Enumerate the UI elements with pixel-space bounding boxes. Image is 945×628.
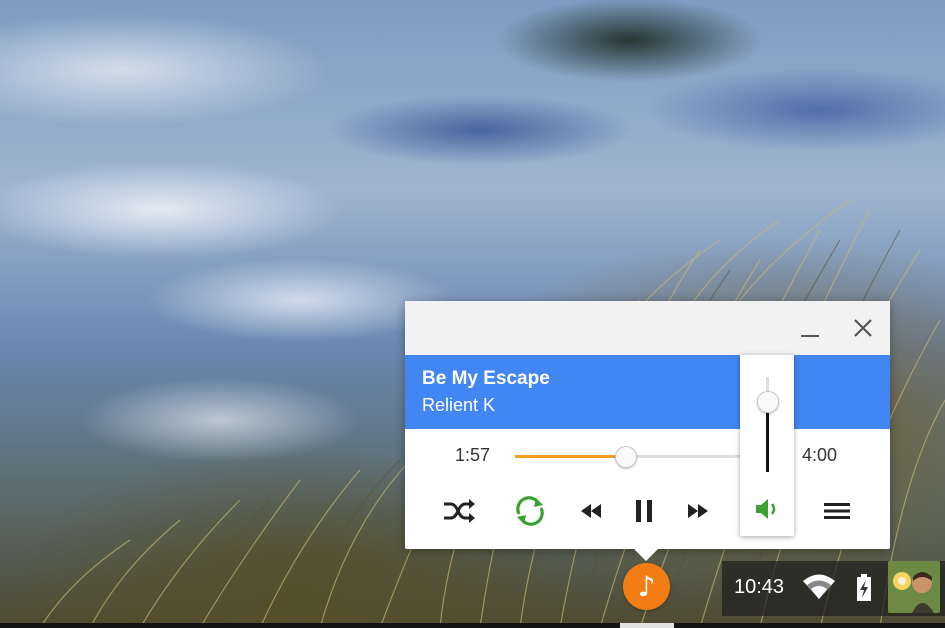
seek-bar-handle[interactable] bbox=[615, 446, 638, 468]
close-button[interactable] bbox=[850, 315, 876, 341]
pause-button[interactable] bbox=[626, 494, 662, 528]
wifi-icon bbox=[803, 574, 835, 599]
shuffle-button[interactable] bbox=[441, 494, 477, 528]
audio-player-window: Be My Escape Relient K 1:57 4:00 bbox=[405, 301, 890, 549]
track-info-banner: Be My Escape Relient K bbox=[405, 355, 890, 429]
previous-icon bbox=[581, 504, 601, 518]
clock: 10:43 bbox=[734, 576, 785, 598]
track-artist: Relient K bbox=[422, 395, 496, 415]
user-avatar[interactable] bbox=[888, 561, 940, 613]
next-icon bbox=[688, 504, 708, 518]
pause-icon bbox=[636, 500, 652, 522]
close-icon bbox=[854, 319, 872, 337]
player-titlebar bbox=[405, 301, 890, 355]
music-app-launcher[interactable]: ♪ bbox=[623, 563, 670, 610]
shelf bbox=[0, 623, 945, 628]
volume-icon bbox=[756, 499, 776, 519]
repeat-button[interactable] bbox=[512, 494, 548, 528]
shuffle-icon bbox=[444, 499, 475, 523]
volume-slider-handle[interactable] bbox=[757, 390, 779, 413]
avatar-image bbox=[888, 561, 940, 613]
previous-track-button[interactable] bbox=[574, 494, 610, 528]
app-running-indicator bbox=[620, 623, 674, 628]
system-tray[interactable]: 10:43 bbox=[722, 561, 945, 616]
playlist-icon bbox=[824, 503, 850, 519]
next-track-button[interactable] bbox=[679, 494, 715, 528]
popup-pointer bbox=[634, 549, 658, 561]
battery-charging-icon bbox=[857, 574, 871, 601]
volume-popup bbox=[740, 355, 794, 536]
seek-bar-progress bbox=[515, 455, 626, 458]
track-title: Be My Escape bbox=[422, 368, 550, 389]
repeat-icon bbox=[516, 496, 544, 526]
minimize-icon bbox=[801, 335, 819, 337]
elapsed-time: 1:57 bbox=[455, 445, 491, 465]
minimize-button[interactable] bbox=[797, 315, 823, 341]
seek-bar[interactable] bbox=[515, 446, 740, 468]
music-note-icon: ♪ bbox=[637, 570, 656, 603]
playlist-button[interactable] bbox=[819, 494, 855, 528]
total-time: 4:00 bbox=[802, 445, 838, 465]
volume-button[interactable] bbox=[751, 493, 783, 525]
